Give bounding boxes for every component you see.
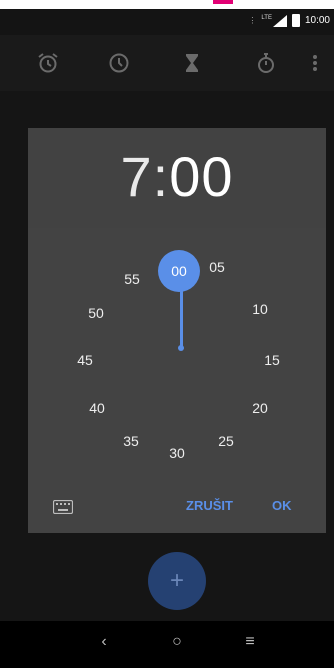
dial-number[interactable]: 20 bbox=[245, 399, 275, 417]
hours-display[interactable]: 7 bbox=[120, 145, 152, 208]
navigation-bar: ‹ ○ ≡ bbox=[0, 621, 334, 668]
vibrate-icon: ⋮ bbox=[248, 16, 257, 25]
status-time: 10:00 bbox=[304, 15, 330, 26]
dial-number[interactable]: 50 bbox=[81, 304, 111, 322]
cancel-button[interactable]: ZRUŠIT bbox=[186, 498, 233, 513]
dial-number[interactable]: 15 bbox=[257, 351, 287, 369]
top-edge bbox=[0, 0, 334, 9]
network-type: LTE bbox=[261, 14, 272, 21]
dial-number[interactable]: 55 bbox=[117, 270, 147, 288]
time-picker-dialog: 7:00 00 05 10 15 20 25 30 35 40 45 50 55… bbox=[28, 128, 326, 533]
add-alarm-button[interactable]: + bbox=[148, 552, 206, 610]
alarm-icon[interactable] bbox=[36, 51, 60, 75]
dial-number[interactable]: 30 bbox=[162, 444, 192, 462]
timer-icon[interactable] bbox=[180, 51, 204, 75]
dial-number[interactable]: 05 bbox=[202, 258, 232, 276]
recents-button[interactable]: ≡ bbox=[238, 633, 262, 651]
keyboard-icon[interactable] bbox=[52, 499, 74, 515]
more-vert-icon[interactable] bbox=[310, 51, 320, 75]
app-toolbar bbox=[0, 35, 334, 91]
dial-number[interactable]: 25 bbox=[211, 432, 241, 450]
signal-icon bbox=[272, 14, 287, 27]
battery-icon bbox=[291, 14, 300, 27]
minute-dial[interactable]: 00 05 10 15 20 25 30 35 40 45 50 55 bbox=[70, 238, 290, 461]
dial-number[interactable]: 10 bbox=[245, 300, 275, 318]
ok-button[interactable]: OK bbox=[272, 498, 292, 513]
dial-number[interactable]: 35 bbox=[116, 432, 146, 450]
back-button[interactable]: ‹ bbox=[92, 633, 116, 651]
clock-icon[interactable] bbox=[107, 51, 131, 75]
time-separator: : bbox=[152, 145, 170, 208]
status-icons: ⋮ LTE 10:00 bbox=[248, 14, 330, 27]
clock-hand-center bbox=[178, 345, 184, 351]
time-display: 7:00 bbox=[28, 144, 326, 209]
stopwatch-icon[interactable] bbox=[254, 51, 278, 75]
carrier-mark bbox=[213, 0, 233, 4]
dial-selector[interactable]: 00 bbox=[158, 250, 200, 292]
home-button[interactable]: ○ bbox=[165, 633, 189, 651]
time-picker-header: 7:00 bbox=[28, 128, 326, 228]
dialog-footer: ZRUŠIT OK bbox=[28, 488, 326, 528]
dial-number[interactable]: 45 bbox=[70, 351, 100, 369]
dial-number[interactable]: 40 bbox=[82, 399, 112, 417]
status-bar: ⋮ LTE 10:00 bbox=[0, 9, 334, 35]
minutes-display[interactable]: 00 bbox=[169, 145, 233, 208]
